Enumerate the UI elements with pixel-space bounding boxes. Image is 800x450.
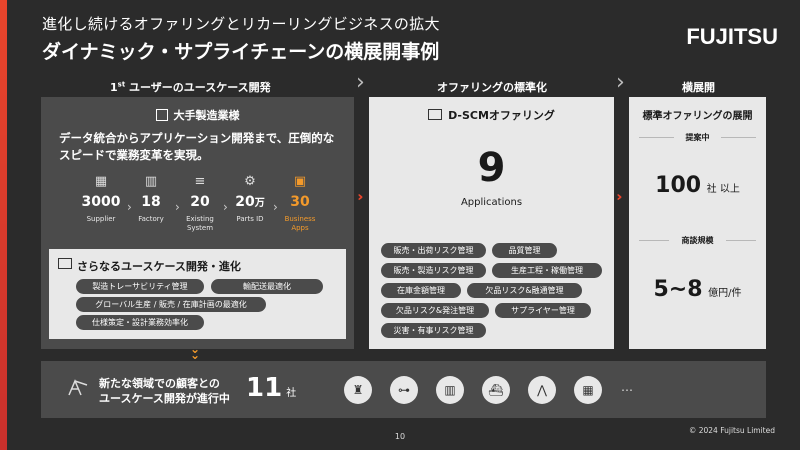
app-pill: 在庫金額管理	[381, 283, 461, 298]
app-pill: 欠品リスク&発注管理	[381, 303, 489, 318]
fujitsu-logo: FUJITSU	[686, 24, 778, 49]
factory-icon: ▥	[436, 376, 464, 404]
sub-title: さらなるユースケース開発・進化	[77, 260, 241, 273]
panel3-heading: 標準オファリングの展開	[642, 111, 753, 122]
panel2-heading: D-SCMオファリング	[369, 107, 614, 123]
new-domain-box: 新たな領域での顧客との ユースケース開発が進行中 11 社 ♜ ⊶ ▥ ⛴ ⋀ ▦…	[41, 361, 766, 418]
deal-size-value: 5~8 億円/件	[653, 277, 742, 302]
ship-icon: ⛴	[482, 376, 510, 404]
app-pill: サプライヤー管理	[495, 303, 591, 318]
car-icon: ⊶	[390, 376, 418, 404]
app-count-label: Applications	[460, 197, 523, 208]
stat-apps: ▣ 30 Business Apps	[270, 174, 330, 233]
usecase-pill: 輸配送最適化	[211, 279, 323, 294]
app-count: 9	[477, 145, 506, 191]
usecase-pill: 仕様策定・設計業務効率化	[76, 315, 204, 330]
panel1-lead: データ統合からアプリケーション開発まで、圧倒的な スピードで業務変革を実現。	[59, 131, 335, 162]
divider	[721, 137, 756, 138]
usecase-pill: グローバル生産 / 販売 / 在庫計画の最適化	[76, 297, 266, 312]
offering-panel: D-SCMオファリング 9 Applications 販売・出荷リスク管理 品質…	[369, 97, 614, 349]
chevron-down-icon: ⌄ ⌄	[190, 342, 201, 362]
title-line1: 進化し続けるオファリングとリカーリングビジネスの拡大	[42, 15, 440, 33]
app-pill: 欠品リスク&融通管理	[467, 283, 582, 298]
app-pill: 販売・製造リスク管理	[381, 263, 486, 278]
more-icon: …	[621, 380, 635, 394]
page-number: 10	[394, 432, 406, 441]
further-usecase-box: さらなるユースケース開発・進化 製造トレーサビリティ管理 輸配送最適化 グローバ…	[49, 249, 346, 339]
usecase-pill: 製造トレーサビリティ管理	[76, 279, 204, 294]
accent-bar	[0, 0, 7, 450]
app-pill: 品質管理	[492, 243, 557, 258]
column-header-3: 横展開	[682, 81, 715, 94]
chevron-right-icon: ›	[616, 70, 625, 95]
column-header-1: 1st ユーザーのユースケース開発	[110, 80, 271, 94]
building-icon: ▦	[574, 376, 602, 404]
app-pill: 災害・有事リスク管理	[381, 323, 486, 338]
plant-icon: ♜	[344, 376, 372, 404]
new-domain-count: 11 社	[246, 373, 297, 403]
divider	[726, 240, 756, 241]
tower-icon: ⋀	[528, 376, 556, 404]
page-title: ダイナミック・サプライチェーンの横展開事例	[42, 41, 440, 63]
building-icon	[155, 109, 168, 121]
monitor-icon	[428, 109, 443, 120]
crane-icon	[68, 379, 88, 396]
first-user-panel: 大手製造業様 データ統合からアプリケーション開発まで、圧倒的な スピードで業務変…	[41, 97, 354, 349]
expansion-panel: 標準オファリングの展開 提案中 100 社 以上 商談規模 5~8 億円/件	[629, 97, 766, 349]
app-icon: ▣	[293, 174, 307, 189]
proposal-value: 100 社 以上	[655, 173, 740, 198]
monitor-icon	[58, 258, 72, 269]
chevron-right-icon: ›	[356, 70, 365, 95]
app-pill: 販売・出荷リスク管理	[381, 243, 486, 258]
new-domain-text: 新たな領域での顧客との ユースケース開発が進行中	[99, 377, 230, 405]
app-pill: 生産工程・稼働管理	[492, 263, 602, 278]
copyright: © 2024 Fujitsu Limited	[688, 426, 775, 435]
column-header-2: オファリングの標準化	[437, 81, 547, 94]
panel1-heading: 大手製造業様	[41, 107, 354, 123]
